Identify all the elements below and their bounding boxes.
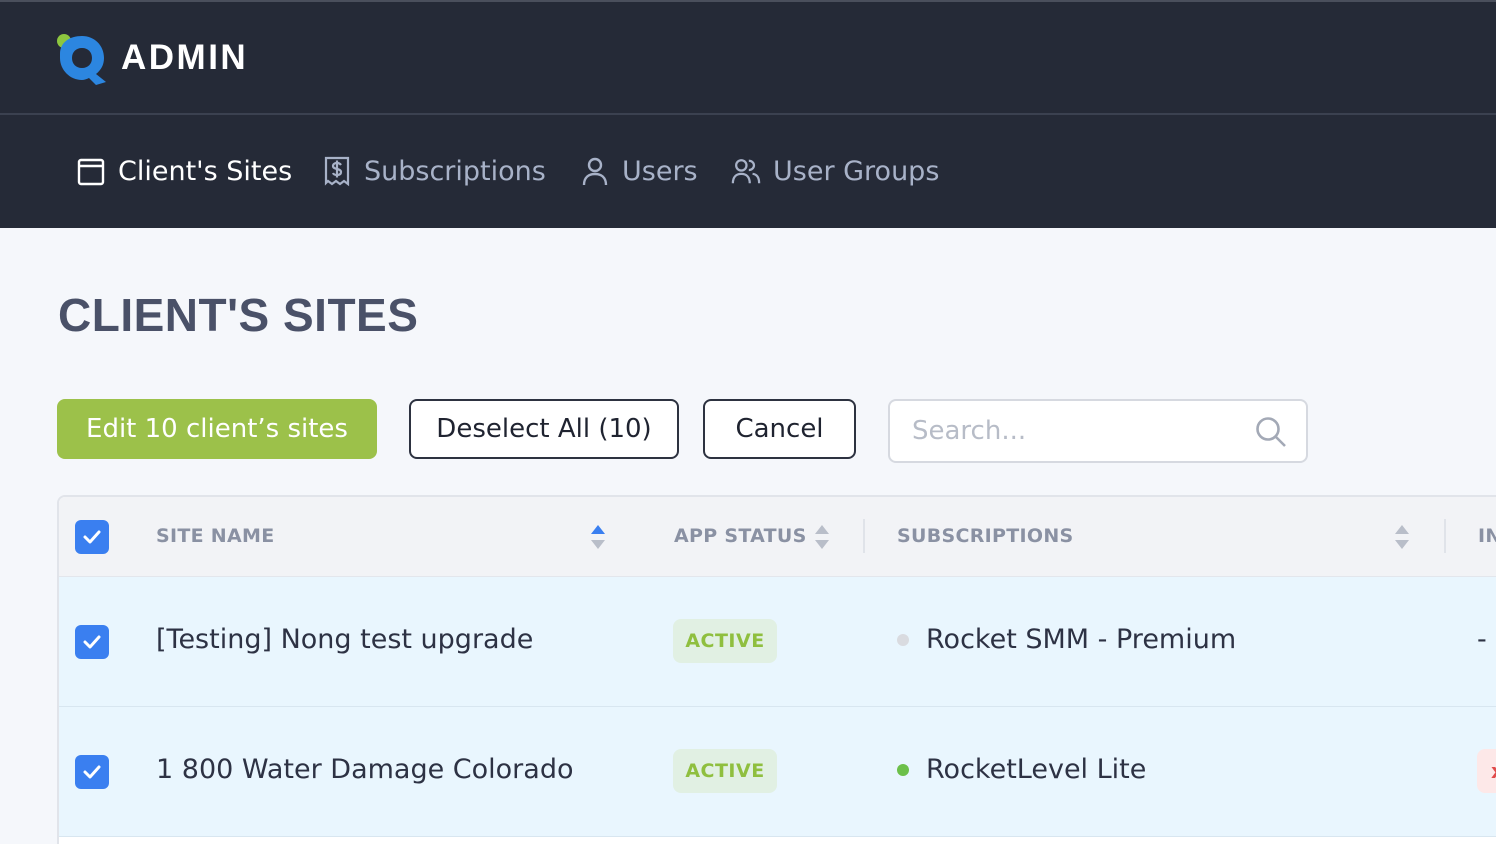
nav-item-users[interactable]: Users bbox=[580, 153, 698, 189]
calendar-icon bbox=[77, 158, 105, 186]
sort-icon[interactable] bbox=[1394, 523, 1410, 551]
extra-cell: - bbox=[1477, 624, 1487, 655]
nav-item-label: User Groups bbox=[773, 155, 940, 187]
site-name[interactable]: [Testing] Nong test upgrade bbox=[156, 624, 533, 655]
nav-item-clients-sites[interactable]: Client's Sites bbox=[76, 153, 292, 189]
logo-icon bbox=[57, 34, 106, 85]
extra-badge: x bbox=[1477, 749, 1496, 793]
row-checkbox[interactable] bbox=[75, 625, 109, 659]
subscription-name: RocketLevel Lite bbox=[926, 754, 1147, 785]
page-title: CLIENT'S SITES bbox=[58, 289, 419, 341]
subscription-name: Rocket SMM - Premium bbox=[926, 624, 1237, 655]
column-divider bbox=[863, 519, 865, 553]
user-icon bbox=[582, 157, 608, 186]
nav-item-user-groups[interactable]: User Groups bbox=[731, 153, 939, 189]
site-name[interactable]: 1 800 Water Damage Colorado bbox=[156, 754, 574, 785]
edit-sites-button[interactable]: Edit 10 client’s sites bbox=[57, 399, 377, 459]
cancel-button[interactable]: Cancel bbox=[703, 399, 856, 459]
checkmark-icon bbox=[83, 765, 101, 779]
search-icon[interactable] bbox=[1254, 415, 1288, 449]
status-badge: ACTIVE bbox=[673, 749, 777, 793]
brand-title: ADMIN bbox=[121, 38, 249, 77]
subscription-status-dot bbox=[897, 634, 909, 646]
main-nav: Client's Sites Subscriptions Users User … bbox=[0, 115, 1496, 228]
checkmark-icon bbox=[83, 530, 101, 544]
column-header-site-name[interactable]: SITE NAME bbox=[156, 525, 275, 547]
subscription-status-dot bbox=[897, 764, 909, 776]
status-badge: ACTIVE bbox=[673, 619, 777, 663]
sort-icon[interactable] bbox=[814, 523, 830, 551]
table-row[interactable]: [Testing] Nong test upgrade ACTIVE Rocke… bbox=[59, 577, 1496, 707]
nav-item-subscriptions[interactable]: Subscriptions bbox=[322, 153, 546, 189]
sort-icon[interactable] bbox=[590, 523, 606, 551]
column-divider bbox=[1444, 519, 1446, 553]
table-row[interactable]: 1 800 Water Damage Colorado ACTIVE Rocke… bbox=[59, 707, 1496, 837]
sites-table: SITE NAME APP STATUS SUBSCRIPTIONS IN [T… bbox=[57, 495, 1496, 844]
column-header-subscriptions[interactable]: SUBSCRIPTIONS bbox=[897, 525, 1074, 547]
nav-item-label: Users bbox=[622, 155, 698, 187]
select-all-checkbox[interactable] bbox=[75, 520, 109, 554]
search-box bbox=[888, 399, 1308, 463]
receipt-dollar-icon bbox=[324, 156, 350, 187]
search-input[interactable] bbox=[912, 411, 1252, 451]
table-header: SITE NAME APP STATUS SUBSCRIPTIONS IN bbox=[59, 497, 1496, 577]
column-header-extra[interactable]: IN bbox=[1478, 525, 1496, 547]
checkmark-icon bbox=[83, 635, 101, 649]
row-checkbox[interactable] bbox=[75, 755, 109, 789]
column-header-app-status[interactable]: APP STATUS bbox=[674, 525, 807, 547]
users-icon bbox=[731, 159, 761, 184]
nav-item-label: Subscriptions bbox=[364, 155, 546, 187]
nav-item-label: Client's Sites bbox=[118, 155, 293, 187]
deselect-all-button[interactable]: Deselect All (10) bbox=[409, 399, 679, 459]
top-header: ADMIN bbox=[0, 0, 1496, 115]
